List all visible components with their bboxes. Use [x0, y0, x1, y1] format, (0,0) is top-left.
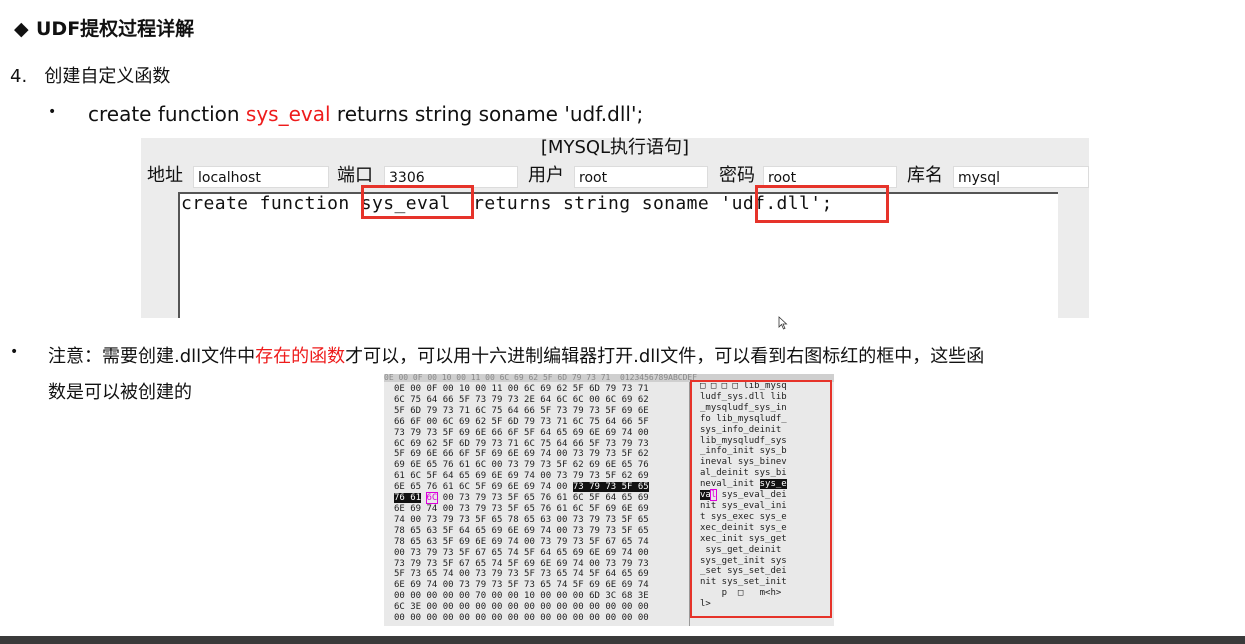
connection-field-row: 地址 localhost 端口 3306 用户 root 密码 root 库名 … [141, 164, 1089, 190]
address-label: 地址 [147, 165, 183, 186]
hex-row: 0E 00 0F 00 10 00 11 00 6C 69 62 5F 6D 7… [394, 384, 649, 394]
hex-row: 00 73 79 73 5F 67 65 74 5F 64 65 69 6E 6… [394, 547, 649, 558]
note-line-2: 数是可以被创建的 [48, 382, 192, 403]
hex-row: 73 79 73 5F 67 65 74 5F 69 6E 69 74 00 7… [394, 558, 649, 569]
diamond-bullet-icon: ◆ [14, 18, 29, 40]
mysql-exec-panel: [MYSQL执行语句] 地址 localhost 端口 3306 用户 root… [141, 138, 1089, 318]
bullet-dot-icon: • [48, 104, 57, 120]
hex-row: 76 61 6C 00 73 79 73 5F 65 76 61 6C 5F 6… [394, 492, 649, 505]
sql-statement: create function sys_eval returns string … [88, 102, 643, 126]
sql-function-name: sys_eval [245, 102, 331, 126]
database-input[interactable]: mysql [953, 166, 1089, 188]
section-heading: ◆ UDF提权过程详解 [14, 14, 194, 41]
hex-row: 00 00 00 00 00 70 00 00 10 00 00 00 6D 3… [394, 591, 649, 602]
user-input[interactable]: root [574, 166, 708, 188]
bottom-bar [0, 636, 1245, 644]
panel-title: [MYSQL执行语句] [540, 137, 690, 158]
hex-row: 78 65 63 5F 69 6E 69 74 00 73 79 73 5F 6… [394, 536, 649, 547]
hex-row: 00 00 00 00 00 00 00 00 00 00 00 00 00 0… [394, 613, 649, 624]
note-highlight: 存在的函数 [255, 346, 346, 367]
function-name-highlight-box [361, 185, 474, 219]
sql-pre: create function [88, 102, 246, 126]
note-line-1: 注意：需要创建.dll文件中存在的函数才可以，可以用十六进制编辑器打开.dll文… [48, 342, 984, 368]
step-item: 4. 创建自定义函数 [10, 62, 170, 88]
hex-row: 6E 69 74 00 73 79 73 5F 65 76 61 6C 5F 6… [394, 503, 649, 514]
hex-row: 61 6C 5F 64 65 69 6E 69 74 00 73 79 73 5… [394, 471, 649, 482]
hex-row: 69 6E 65 76 61 6C 00 73 79 73 5F 62 69 6… [394, 460, 649, 471]
hex-row: 6E 69 74 00 73 79 73 5F 73 65 74 5F 69 6… [394, 580, 649, 591]
sql-post: returns string soname 'udf.dll'; [330, 102, 644, 126]
password-label: 密码 [719, 165, 755, 186]
section-title: UDF提权过程详解 [36, 18, 195, 40]
mouse-cursor-icon [778, 316, 788, 330]
hex-row: 6E 65 76 61 6C 5F 69 6E 69 74 00 73 79 7… [394, 482, 649, 493]
note-line-1-start: 注意：需要创建.dll文件中 [48, 346, 256, 367]
note-line-1-end: 才可以，可以用十六进制编辑器打开.dll文件，可以看到右图标红的框中，这些函 [345, 346, 985, 367]
user-label: 用户 [528, 165, 564, 186]
sql-textarea-content: create function sys_eval returns string … [181, 193, 833, 214]
hex-row: 5F 69 6E 66 6F 5F 69 6E 69 74 00 73 79 7… [394, 449, 649, 460]
address-input[interactable]: localhost [193, 166, 329, 188]
database-label: 库名 [907, 165, 943, 186]
step-text: 创建自定义函数 [44, 66, 171, 87]
hex-editor-screenshot: 0E 00 0F 00 10 00 11 00 6C 69 62 5F 6D 7… [384, 374, 834, 626]
hex-row: 5F 73 65 74 00 73 79 73 5F 73 65 74 5F 6… [394, 569, 649, 580]
hex-row: 5F 6D 79 73 71 6C 75 64 66 5F 73 79 73 5… [394, 405, 649, 416]
hex-row: 73 79 73 5F 69 6E 66 6F 5F 64 65 69 6E 6… [394, 427, 649, 438]
step-number: 4. [10, 66, 28, 87]
function-names-highlight-box [690, 380, 832, 618]
hex-row: 6C 3E 00 00 00 00 00 00 00 00 00 00 00 0… [394, 602, 649, 613]
hex-row: 66 6F 00 6C 69 62 5F 6D 79 73 71 6C 75 6… [394, 416, 649, 427]
hex-row: 74 00 73 79 73 5F 65 78 65 63 00 73 79 7… [394, 514, 649, 525]
bullet-dot-icon: • [10, 344, 19, 360]
hex-bytes-column: 0E 00 0F 00 10 00 11 00 6C 69 62 5F 6D 7… [394, 384, 649, 624]
hex-row: 78 65 63 5F 64 65 69 6E 69 74 00 73 79 7… [394, 525, 649, 536]
hex-row: 6C 69 62 5F 6D 79 73 71 6C 75 64 66 5F 7… [394, 438, 649, 449]
hex-row: 6C 75 64 66 5F 73 79 73 2E 64 6C 6C 00 6… [394, 394, 649, 405]
dll-name-highlight-box [755, 185, 889, 223]
